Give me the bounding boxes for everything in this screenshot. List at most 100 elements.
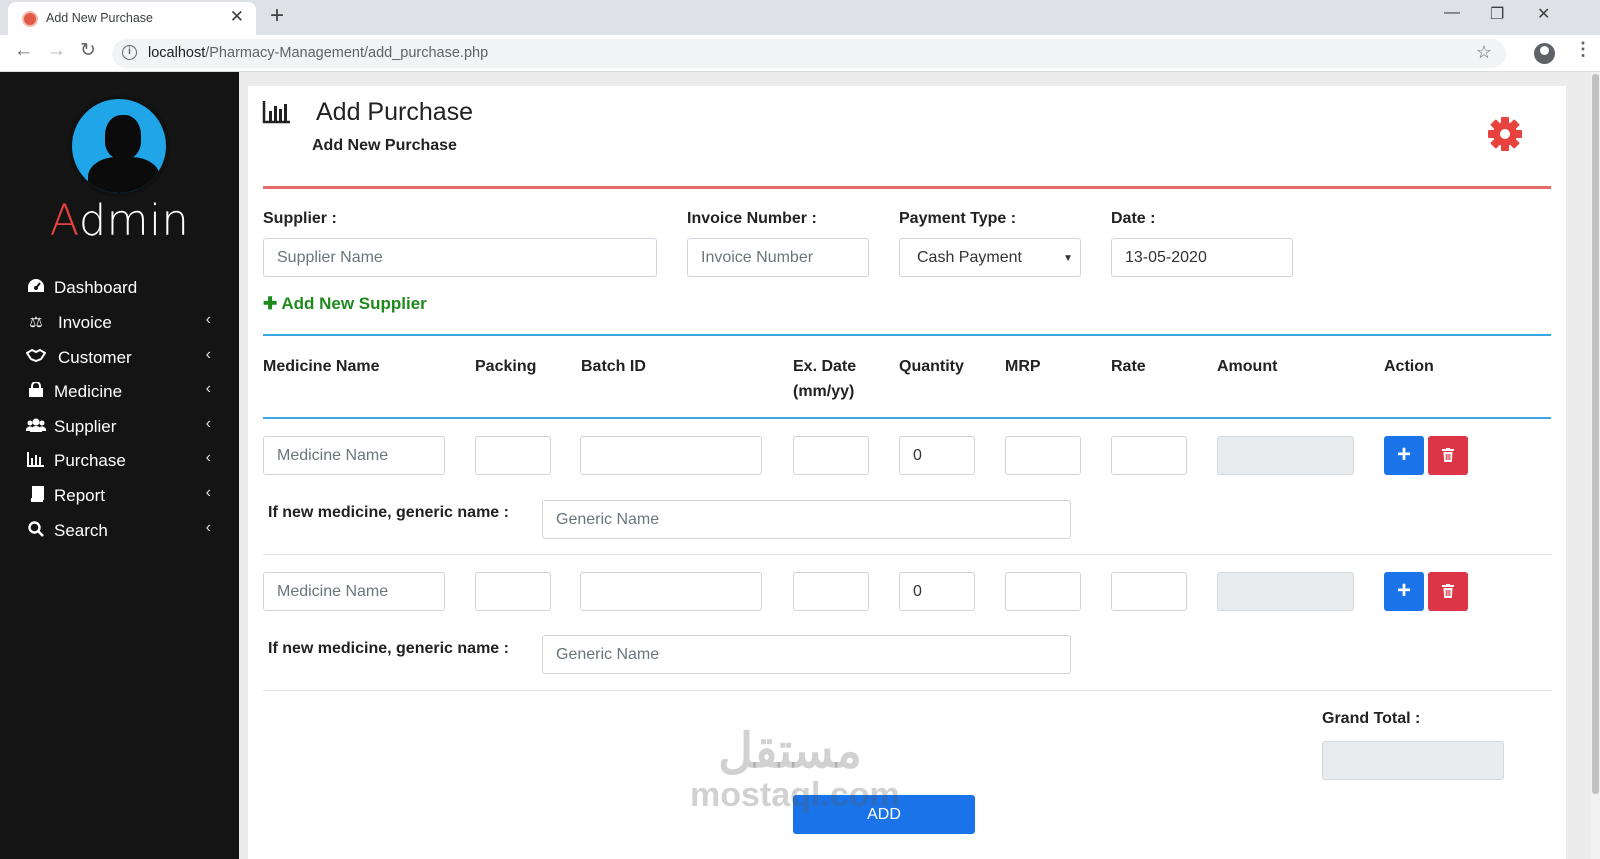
sidebar-item-label: Customer bbox=[58, 348, 132, 367]
bookmark-star-icon[interactable]: ☆ bbox=[1476, 42, 1492, 63]
tab-close-icon[interactable]: ✕ bbox=[230, 8, 244, 25]
bar-chart-icon bbox=[26, 451, 46, 471]
window-close-icon[interactable]: ✕ bbox=[1537, 4, 1550, 24]
packing-input[interactable] bbox=[475, 436, 551, 475]
sidebar-item-label: Dashboard bbox=[54, 278, 138, 297]
plus-icon: + bbox=[1396, 441, 1411, 468]
grand-total-field bbox=[1322, 741, 1504, 780]
plus-icon: + bbox=[1396, 577, 1411, 604]
row-divider bbox=[263, 554, 1551, 555]
sidebar-item-customer[interactable]: Customer ‹ bbox=[0, 341, 239, 375]
bar-chart-icon bbox=[262, 100, 292, 124]
add-row-button[interactable]: + bbox=[1384, 572, 1424, 611]
col-action: Action bbox=[1384, 358, 1434, 375]
avatar bbox=[68, 95, 170, 197]
forward-icon[interactable]: → bbox=[47, 41, 66, 60]
ex-date-input[interactable] bbox=[793, 436, 869, 475]
purchase-form-card: Add Purchase Add New Purchase Supplier:… bbox=[248, 86, 1566, 859]
add-row-button[interactable]: + bbox=[1384, 436, 1424, 475]
new-tab-icon[interactable]: + bbox=[270, 4, 284, 28]
sidebar-item-label: Supplier bbox=[54, 417, 117, 436]
batch-id-input[interactable] bbox=[580, 436, 762, 475]
date-label: Date : bbox=[1111, 210, 1156, 227]
sidebar-item-report[interactable]: Report ‹ bbox=[0, 479, 239, 513]
col-rate: Rate bbox=[1111, 358, 1146, 375]
rate-input[interactable] bbox=[1111, 572, 1187, 611]
medicine-name-input[interactable]: Medicine Name bbox=[263, 436, 445, 475]
handshake-icon bbox=[25, 348, 47, 368]
scrollbar-thumb[interactable] bbox=[1592, 74, 1599, 794]
chevron-left-icon: ‹ bbox=[205, 380, 211, 397]
quantity-input[interactable]: 0 bbox=[899, 436, 975, 475]
packing-input[interactable] bbox=[475, 572, 551, 611]
delete-row-button[interactable] bbox=[1428, 572, 1468, 611]
payment-type-value: Cash Payment bbox=[917, 249, 1022, 266]
trash-icon bbox=[1442, 583, 1454, 600]
batch-id-input[interactable] bbox=[580, 572, 762, 611]
address-bar[interactable]: i localhost/Pharmacy-Management/add_purc… bbox=[112, 39, 1506, 68]
dashboard-icon bbox=[26, 278, 46, 298]
row-divider bbox=[263, 690, 1551, 691]
delete-row-button[interactable] bbox=[1428, 436, 1468, 475]
chevron-left-icon: ‹ bbox=[205, 415, 211, 432]
sidebar-item-medicine[interactable]: Medicine ‹ bbox=[0, 375, 239, 409]
generic-name-label: If new medicine, generic name : bbox=[268, 504, 509, 521]
sidebar-item-supplier[interactable]: Supplier ‹ bbox=[0, 410, 239, 444]
mrp-input[interactable] bbox=[1005, 572, 1081, 611]
table-header-divider bbox=[263, 417, 1551, 419]
invoice-number-input[interactable]: Invoice Number bbox=[687, 238, 869, 277]
sidebar-item-search[interactable]: Search ‹ bbox=[0, 514, 239, 548]
sidebar-item-label: Report bbox=[54, 486, 106, 505]
payment-type-label: Payment Type : bbox=[899, 210, 1017, 227]
balance-scale-icon: ⚖ bbox=[29, 314, 43, 331]
sidebar-item-label: Purchase bbox=[54, 451, 126, 470]
payment-type-select[interactable]: Cash Payment ▼ bbox=[899, 238, 1081, 277]
add-new-supplier-link[interactable]: ✚ Add New Supplier bbox=[263, 294, 427, 314]
col-amount: Amount bbox=[1217, 358, 1278, 375]
favicon-icon bbox=[22, 11, 38, 27]
generic-name-input[interactable]: Generic Name bbox=[542, 500, 1071, 539]
mrp-input[interactable] bbox=[1005, 436, 1081, 475]
generic-name-label: If new medicine, generic name : bbox=[268, 640, 509, 657]
restore-icon[interactable]: ❐ bbox=[1490, 4, 1504, 24]
url-text[interactable]: localhost/Pharmacy-Management/add_purcha… bbox=[148, 45, 488, 61]
minimize-icon[interactable]: — bbox=[1444, 4, 1460, 22]
table-top-divider bbox=[263, 334, 1551, 336]
amount-field bbox=[1217, 436, 1354, 475]
chevron-left-icon: ‹ bbox=[205, 449, 211, 466]
medicine-name-input[interactable]: Medicine Name bbox=[263, 572, 445, 611]
ex-date-input[interactable] bbox=[793, 572, 869, 611]
chevron-left-icon: ‹ bbox=[205, 346, 211, 363]
reload-icon[interactable]: ↻ bbox=[80, 41, 96, 60]
shopping-bag-icon bbox=[26, 381, 46, 402]
gear-icon[interactable] bbox=[1486, 115, 1524, 153]
trash-icon bbox=[1442, 447, 1454, 464]
generic-name-input[interactable]: Generic Name bbox=[542, 635, 1071, 674]
chevron-left-icon: ‹ bbox=[205, 519, 211, 536]
browser-tab-bar: Add New Purchase ✕ + — ❐ ✕ bbox=[0, 0, 1600, 35]
supplier-input[interactable]: Supplier Name bbox=[263, 238, 657, 277]
browser-menu-icon[interactable]: ⋮ bbox=[1574, 39, 1592, 60]
col-mrp: MRP bbox=[1005, 358, 1041, 375]
sidebar-item-purchase[interactable]: Purchase ‹ bbox=[0, 444, 239, 478]
back-icon[interactable]: ← bbox=[14, 41, 33, 60]
amount-field bbox=[1217, 572, 1354, 611]
search-icon bbox=[26, 521, 46, 541]
sidebar-item-label: Search bbox=[54, 521, 108, 540]
page-title: Add Purchase bbox=[316, 98, 474, 126]
rate-input[interactable] bbox=[1111, 436, 1187, 475]
brand-title: Admin bbox=[49, 196, 190, 246]
site-info-icon[interactable]: i bbox=[122, 45, 137, 60]
col-batch-id: Batch ID bbox=[581, 358, 646, 375]
date-input[interactable]: 13-05-2020 bbox=[1111, 238, 1293, 277]
supplier-label: Supplier : bbox=[263, 210, 337, 227]
browser-tab[interactable]: Add New Purchase ✕ bbox=[8, 2, 256, 35]
profile-icon[interactable] bbox=[1534, 43, 1555, 64]
col-medicine-name: Medicine Name bbox=[263, 358, 380, 375]
page-subtitle: Add New Purchase bbox=[312, 137, 457, 154]
add-purchase-button[interactable]: ADD bbox=[793, 795, 975, 834]
chevron-left-icon: ‹ bbox=[205, 311, 211, 328]
sidebar-item-dashboard[interactable]: Dashboard bbox=[0, 271, 239, 305]
quantity-input[interactable]: 0 bbox=[899, 572, 975, 611]
sidebar-item-invoice[interactable]: ⚖ Invoice ‹ bbox=[0, 306, 239, 340]
